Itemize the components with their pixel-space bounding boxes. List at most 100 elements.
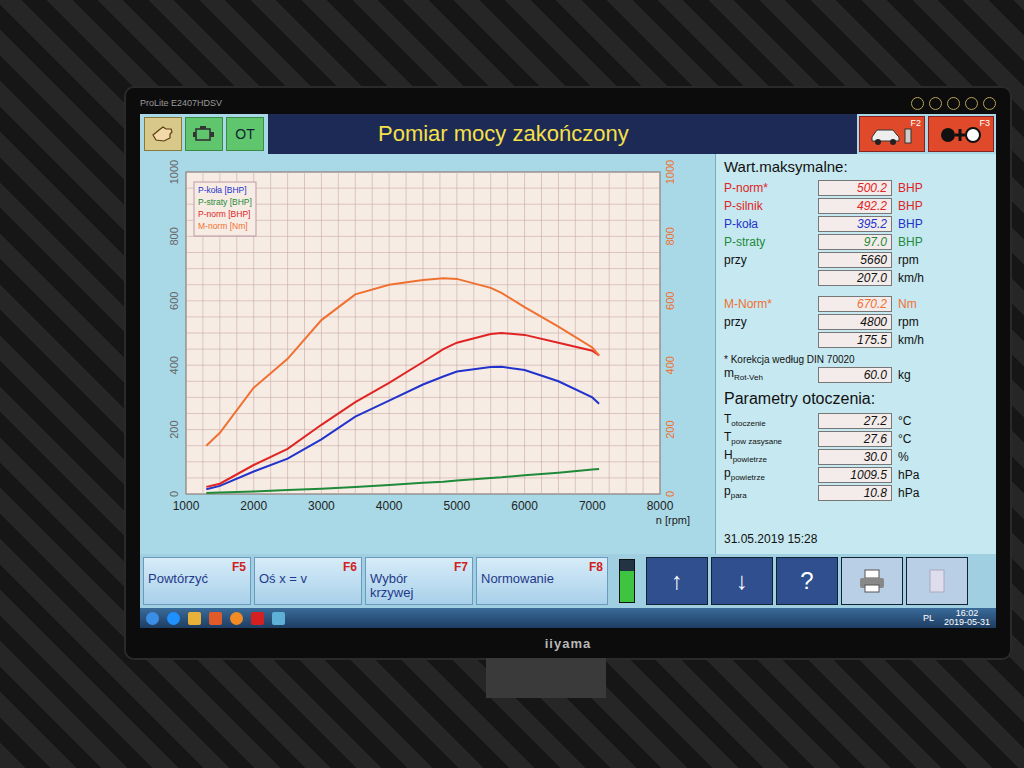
value-unit: °C xyxy=(898,432,911,446)
bezel-button-icon[interactable] xyxy=(947,97,960,110)
value-box: 60.0 xyxy=(818,367,892,383)
nav-button-label: ↓ xyxy=(736,567,748,595)
bezel-button-icon[interactable] xyxy=(929,97,942,110)
value-box: 27.6 xyxy=(818,431,892,447)
room-background: ProLite E2407HDSV OT Pomiar mocy zakończ… xyxy=(0,0,1024,768)
language-indicator[interactable]: PL xyxy=(923,613,934,623)
value-row: przy 5660 rpm xyxy=(724,251,988,268)
bottom-button-key: F7 xyxy=(454,560,468,574)
value-unit: km/h xyxy=(898,271,924,285)
bottom-button-label: Powtórzyć xyxy=(148,572,228,586)
mode-button[interactable]: OT xyxy=(226,117,264,151)
bezel-button-icon[interactable] xyxy=(965,97,978,110)
chart-panel: 0200400600800100002004006008001000100020… xyxy=(140,154,715,554)
value-label: P-silnik xyxy=(724,199,812,213)
grid-line xyxy=(186,188,660,189)
legend-box xyxy=(194,182,256,236)
value-unit: BHP xyxy=(898,217,923,231)
plot-area xyxy=(186,172,660,494)
value-row: Tpow zasysane 27.6 °C xyxy=(724,430,988,447)
grid-line xyxy=(186,461,660,462)
grid-line xyxy=(186,494,660,495)
status-indicator-fill xyxy=(620,571,634,603)
mode-button[interactable] xyxy=(185,117,223,151)
status-indicator xyxy=(619,559,635,603)
value-label: przy xyxy=(724,315,812,329)
right-tick: 400 xyxy=(664,356,676,374)
bezel-button-icon[interactable] xyxy=(911,97,924,110)
nav-button[interactable]: ↓ xyxy=(711,557,773,605)
value-unit: km/h xyxy=(898,333,924,347)
maxima-title: Wart.maksymalne: xyxy=(724,158,988,175)
grid-line xyxy=(186,172,660,173)
value-unit: rpm xyxy=(898,253,919,267)
nav-button[interactable]: ? xyxy=(776,557,838,605)
start-icon[interactable] xyxy=(146,612,159,625)
bottom-button-label: Wybór krzywej xyxy=(370,572,450,599)
mode-button[interactable] xyxy=(144,117,182,151)
series-line xyxy=(206,367,599,489)
values-panel: Wart.maksymalne: P-norm* 500.2 BHPP-siln… xyxy=(715,154,996,554)
value-unit: hPa xyxy=(898,468,919,482)
function-button[interactable]: F2 xyxy=(859,116,925,152)
ie-icon[interactable] xyxy=(167,612,180,625)
value-row: 175.5 km/h xyxy=(724,331,988,348)
taskbar: PL 16:02 2019-05-31 xyxy=(140,608,996,628)
value-box: 4800 xyxy=(818,314,892,330)
value-unit: rpm xyxy=(898,315,919,329)
value-label: Totoczenie xyxy=(724,412,812,428)
x-tick: 4000 xyxy=(376,499,403,513)
x-tick: 5000 xyxy=(444,499,471,513)
grid-line xyxy=(186,397,660,398)
grid-line xyxy=(186,381,660,382)
bottom-button[interactable]: Oś x = v F6 xyxy=(254,557,362,605)
value-unit: hPa xyxy=(898,486,919,500)
power-chart: 0200400600800100002004006008001000100020… xyxy=(140,154,715,554)
monitor-brand: iiyama xyxy=(545,636,591,651)
right-tick: 0 xyxy=(664,491,676,497)
bottom-button[interactable]: Powtórzyć F5 xyxy=(143,557,251,605)
right-tick: 1000 xyxy=(664,160,676,184)
series-line xyxy=(206,278,599,445)
x-tick: 2000 xyxy=(240,499,267,513)
series-line xyxy=(206,333,599,487)
bezel-button-icon[interactable] xyxy=(983,97,996,110)
nav-button[interactable] xyxy=(906,557,968,605)
value-label: przy xyxy=(724,253,812,267)
bottom-bar: Powtórzyć F5Oś x = v F6Wybór krzywej F7N… xyxy=(140,554,996,608)
printer-icon xyxy=(857,568,887,594)
bottom-button-key: F6 xyxy=(343,560,357,574)
clock[interactable]: 16:02 2019-05-31 xyxy=(944,609,990,628)
engine-icon xyxy=(191,123,217,145)
screen-title: Pomiar mocy zakończony xyxy=(268,114,857,154)
app-icon[interactable] xyxy=(272,612,285,625)
grid-line xyxy=(186,413,660,414)
hand-icon xyxy=(150,123,176,145)
series-line xyxy=(206,469,599,493)
bottom-button[interactable]: Wybór krzywej F7 xyxy=(365,557,473,605)
nav-button[interactable] xyxy=(841,557,903,605)
mode-label: OT xyxy=(235,126,254,142)
timestamp: 31.05.2019 15:28 xyxy=(724,532,988,550)
legend-item: P-straty [BHP] xyxy=(198,197,252,207)
nav-button[interactable]: ↑ xyxy=(646,557,708,605)
bottom-button-key: F5 xyxy=(232,560,246,574)
bottom-button-label: Normowanie xyxy=(481,572,585,586)
value-box: 492.2 xyxy=(818,198,892,214)
function-button[interactable]: F3 xyxy=(928,116,994,152)
value-label: P-norm* xyxy=(724,181,812,195)
pdf-icon[interactable] xyxy=(251,612,264,625)
blank-icon xyxy=(927,568,947,594)
value-label: Hpowietrze xyxy=(724,448,812,464)
grid-line xyxy=(186,204,660,205)
correction-note: * Korekcja według DIN 70020 xyxy=(724,354,988,365)
value-row: P-silnik 492.2 BHP xyxy=(724,197,988,214)
value-row: ppara 10.8 hPa xyxy=(724,484,988,501)
x-tick: 6000 xyxy=(511,499,538,513)
bottom-button[interactable]: Normowanie F8 xyxy=(476,557,608,605)
media-icon[interactable] xyxy=(209,612,222,625)
clock-date: 2019-05-31 xyxy=(944,618,990,627)
car-icon xyxy=(869,121,915,147)
firefox-icon[interactable] xyxy=(230,612,243,625)
folder-icon[interactable] xyxy=(188,612,201,625)
